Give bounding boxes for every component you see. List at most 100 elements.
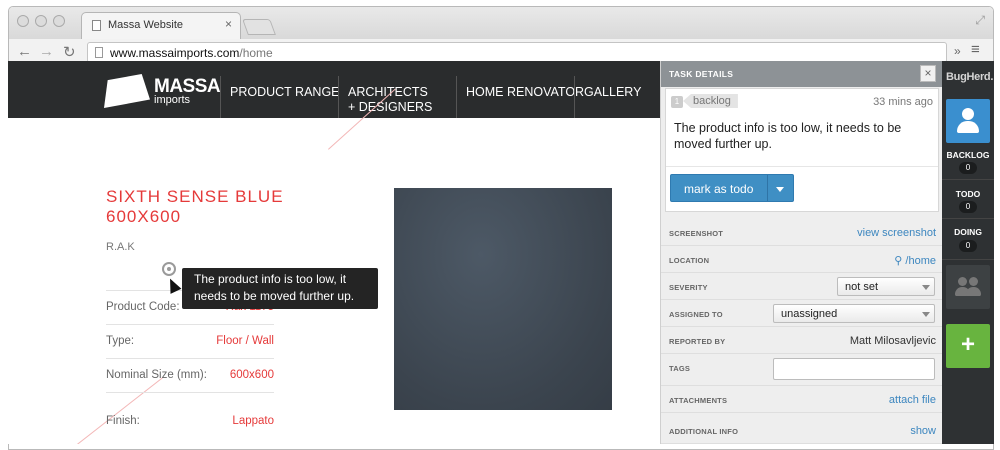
spec-value: Lappato: [232, 415, 274, 427]
spec-value: Floor / Wall: [216, 335, 274, 347]
status-tag: backlog: [683, 94, 738, 108]
task-description: The product info is too low, it needs to…: [674, 121, 902, 151]
task-time: 33 mins ago: [873, 96, 933, 108]
nav-divider: [220, 76, 221, 118]
back-arrow-icon[interactable]: ←: [17, 43, 32, 60]
column-backlog[interactable]: BACKLOG: [942, 150, 994, 160]
prop-label: Assigned to: [669, 310, 723, 319]
backlog-count: 0: [959, 162, 977, 174]
assignee-select[interactable]: unassigned: [773, 304, 935, 323]
mark-button-label: mark as todo: [684, 182, 754, 196]
document-icon: [92, 20, 101, 31]
url-path: /home: [239, 46, 273, 60]
location-pin-icon: ⚲: [894, 255, 903, 267]
site-header: MASSA imports Product Range Architects +…: [8, 61, 660, 118]
massa-logo-icon[interactable]: [104, 74, 150, 108]
location-row: Location ⚲ /home: [661, 246, 942, 273]
severity-row: Severity not set: [661, 273, 942, 300]
prop-label: Severity: [669, 283, 708, 292]
close-window-button[interactable]: [17, 15, 29, 27]
bug-tooltip: The product info is too low, it needs to…: [182, 268, 378, 309]
nav-product-range[interactable]: Product Range: [230, 85, 340, 100]
spec-row: Nominal Size (mm): 600x600: [106, 359, 274, 393]
sidebar-divider: [942, 259, 994, 260]
expand-icon[interactable]: ⤢: [975, 13, 985, 28]
spec-label: Product Code:: [106, 301, 180, 313]
spec-label: Nominal Size (mm):: [106, 369, 207, 381]
add-task-button[interactable]: +: [946, 324, 990, 368]
prop-label: Attachments: [669, 396, 728, 405]
sidebar-divider: [942, 218, 994, 219]
close-tab-icon[interactable]: ×: [225, 17, 232, 31]
reload-icon[interactable]: ↻: [63, 43, 76, 61]
attach-file-link[interactable]: attach file: [889, 394, 936, 406]
user-icon-body: [957, 121, 979, 133]
additional-info-row: Additional info show: [661, 417, 942, 444]
chevron-down-icon[interactable]: [776, 187, 784, 192]
logo-sub: imports: [154, 94, 191, 106]
button-split: [767, 175, 768, 201]
team-icon: [958, 277, 967, 286]
nav-divider: [456, 76, 457, 118]
todo-count: 0: [959, 201, 977, 213]
chevron-down-icon: [922, 312, 930, 317]
minimize-window-button[interactable]: [35, 15, 47, 27]
close-panel-icon[interactable]: ×: [920, 65, 936, 82]
prop-label: Location: [669, 256, 710, 265]
task-details-panel: TASK DETAILS × 1 backlog 33 mins ago The…: [660, 61, 942, 444]
mark-as-todo-button[interactable]: mark as todo: [670, 174, 794, 202]
column-doing[interactable]: DOING: [942, 227, 994, 237]
nav-gallery[interactable]: Gallery: [584, 85, 641, 100]
nav-home-renovator[interactable]: Home Renovator: [466, 85, 584, 100]
user-profile-button[interactable]: [946, 99, 990, 143]
location-value: /home: [905, 255, 936, 267]
spec-row: Type: Floor / Wall: [106, 325, 274, 359]
menu-icon[interactable]: ≡: [971, 41, 980, 58]
product-title: SIXTH SENSE BLUE 600X600: [106, 187, 284, 226]
browser-tab[interactable]: Massa Website ×: [81, 12, 241, 39]
bug-pin-icon[interactable]: [162, 262, 176, 276]
prop-label: Tags: [669, 364, 691, 373]
address-bar[interactable]: www.massaimports.com/home: [87, 42, 947, 63]
show-info-link[interactable]: show: [910, 425, 936, 437]
url-host: www.massaimports.com: [110, 46, 240, 60]
spec-value: 600x600: [229, 369, 274, 381]
prop-label: Additional info: [669, 427, 739, 436]
severity-value: not set: [845, 281, 879, 293]
sidebar-divider: [942, 179, 994, 180]
view-screenshot-link[interactable]: view screenshot: [857, 227, 936, 239]
bugherd-logo: BugHerd.: [946, 71, 994, 83]
tags-input[interactable]: [773, 358, 935, 380]
product-tile-image[interactable]: [394, 188, 612, 410]
forward-arrow-icon[interactable]: →: [39, 43, 54, 60]
user-icon: [962, 108, 974, 120]
severity-select[interactable]: not set: [837, 277, 935, 296]
task-card: 1 backlog 33 mins ago The product info i…: [665, 88, 939, 212]
column-todo[interactable]: TODO: [942, 189, 994, 199]
nav-divider: [574, 76, 575, 118]
prop-label: Reported by: [669, 337, 726, 346]
assignee-value: unassigned: [781, 308, 838, 320]
team-icon-second: [969, 277, 978, 286]
tab-title: Massa Website: [108, 19, 183, 31]
zoom-window-button[interactable]: [53, 15, 65, 27]
reporter-name: Matt Milosavljevic: [849, 335, 936, 347]
new-tab-button[interactable]: [242, 19, 276, 35]
logo-word: MASSA: [154, 76, 221, 97]
team-button[interactable]: [946, 265, 990, 309]
product-brand: R.A.K: [106, 241, 135, 253]
tab-strip: Massa Website × ⤢: [9, 7, 993, 39]
website-viewport: MASSA imports Product Range Architects +…: [8, 61, 660, 444]
nav-divider: [338, 76, 339, 118]
chevron-down-icon: [922, 285, 930, 290]
prop-label: Screenshot: [669, 229, 724, 238]
doing-count: 0: [959, 240, 977, 252]
card-divider: [666, 166, 938, 167]
location-link[interactable]: ⚲ /home: [894, 254, 936, 267]
team-icon-second-body: [966, 287, 981, 296]
spec-label: Type:: [106, 335, 135, 347]
overflow-icon[interactable]: »: [954, 44, 961, 58]
tags-row: Tags: [661, 354, 942, 386]
panel-title: TASK DETAILS: [669, 69, 734, 79]
panel-header: TASK DETAILS ×: [661, 61, 942, 87]
